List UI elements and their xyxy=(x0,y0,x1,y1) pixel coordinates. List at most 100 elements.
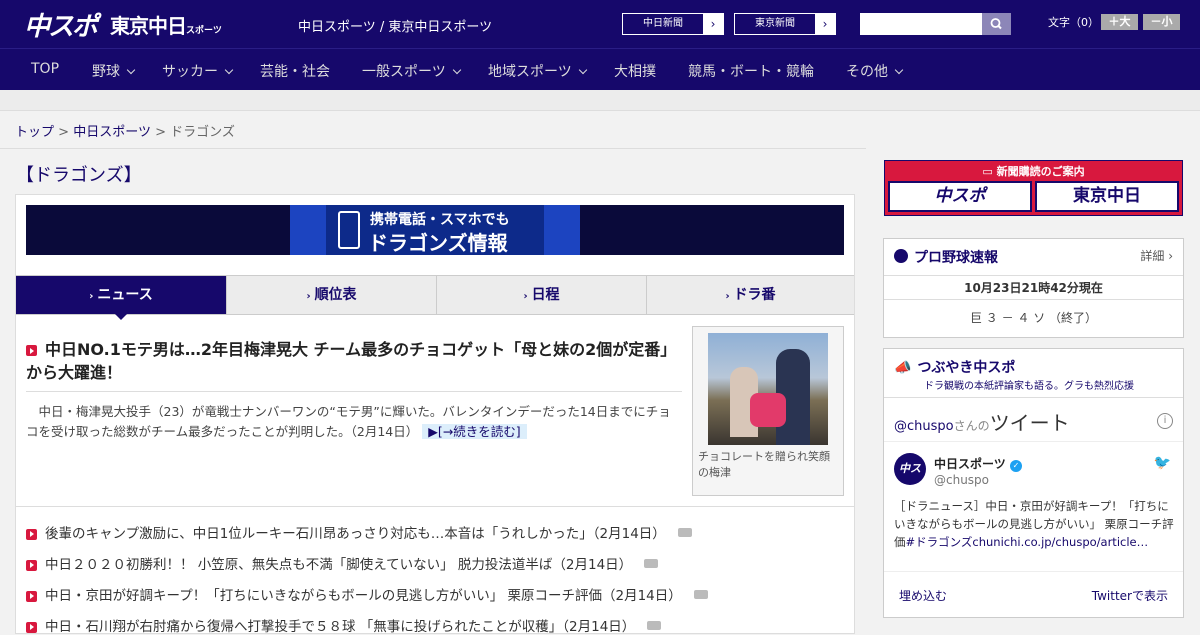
search-button[interactable] xyxy=(982,13,1011,35)
list-item-text: 中日２０２０初勝利！！ 小笠原、無失点も不満「脚使えていない」 脱力投法道半ば（… xyxy=(45,557,633,573)
divider xyxy=(884,275,1183,276)
tab-schedule[interactable]: › 日程 xyxy=(436,276,646,314)
subscribe-banner[interactable]: ▭ 新聞購読のご案内 中スポ 東京中日 xyxy=(884,160,1183,216)
global-nav: TOP 野球 サッカー 芸能・社会 一般スポーツ 地域スポーツ 大相撲 競馬・ボ… xyxy=(0,48,1200,90)
baseball-score[interactable]: 巨 ３ － ４ ソ （終了） xyxy=(884,309,1183,326)
read-more-link[interactable]: ▶[→続きを読む] xyxy=(422,424,527,439)
list-item[interactable]: 中日２０２０初勝利！！ 小笠原、無失点も不満「脚使えていない」 脱力投法道半ば（… xyxy=(26,553,659,573)
breadcrumb-separator: > xyxy=(58,125,70,140)
nav-item-label: 野球 xyxy=(92,64,120,80)
font-size-label: 文字（0） xyxy=(1048,16,1099,29)
chunichi-shimbun-link[interactable]: 中日新聞 › xyxy=(622,13,724,35)
embed-link[interactable]: 埋め込む xyxy=(899,587,947,604)
nav-item-top[interactable]: TOP xyxy=(31,61,59,77)
chevron-down-icon xyxy=(452,65,461,75)
divider xyxy=(884,441,1183,442)
arrow-bullet-icon xyxy=(26,590,37,602)
list-item-text: 後輩のキャンプ激励に、中日1位ルーキー石川昂あっさり対応も…本音は「うれしかった… xyxy=(45,526,666,542)
tab-news[interactable]: › ニュース xyxy=(16,276,226,320)
tweet-handle[interactable]: @chuspo xyxy=(934,473,989,487)
main-content: 携帯電話・スマホでも ドラゴンズ情報 › ニュース › 順位表 › 日程 › ドラ番 中… xyxy=(15,194,855,635)
info-icon[interactable]: i xyxy=(1157,413,1173,429)
tweets-label: ツイート xyxy=(989,411,1070,435)
breadcrumb-chuspo[interactable]: 中日スポーツ xyxy=(73,125,151,140)
nav-item-label: 一般スポーツ xyxy=(362,64,446,80)
tab-label: 順位表 xyxy=(314,287,357,303)
breadcrumb-current: ドラゴンズ xyxy=(170,125,235,140)
list-item-text: 中日・京田が好調キープ！「打ちにいきながらもボールの見逃し方がいい」 栗原コーチ… xyxy=(45,588,682,604)
photo-caption: チョコレートを贈られ笑顔の梅津 xyxy=(698,450,830,479)
nav-item-other[interactable]: その他 xyxy=(846,61,904,81)
baseball-title-text: プロ野球速報 xyxy=(914,250,998,266)
tab-standings[interactable]: › 順位表 xyxy=(226,276,436,314)
chevron-right-icon: › xyxy=(703,14,723,34)
chevron-right-icon: › xyxy=(725,291,730,302)
tab-label: ドラ番 xyxy=(733,287,776,303)
tokyo-shimbun-label: 東京新聞 xyxy=(755,18,795,29)
banner-line1: 携帯電話・スマホでも xyxy=(370,212,510,228)
list-item[interactable]: 後輩のキャンプ激励に、中日1位ルーキー石川昂あっさり対応も…本音は「うれしかった… xyxy=(26,522,692,542)
chevron-down-icon xyxy=(894,65,904,75)
tweets-suffix: さんの xyxy=(953,419,990,433)
view-on-twitter-link[interactable]: Twitterで表示 xyxy=(1092,587,1168,604)
tweets-handle[interactable]: @chuspo xyxy=(894,419,954,434)
tweet-author[interactable]: 中日スポーツ ✓ xyxy=(934,455,1022,472)
site-tagline: 中日スポーツ / 東京中日スポーツ xyxy=(298,20,493,35)
subscribe-title: ▭ 新聞購読のご案内 xyxy=(885,163,1182,179)
photo-gift xyxy=(750,393,786,427)
page-title: 【ドラゴンズ】 xyxy=(16,165,142,186)
verified-icon: ✓ xyxy=(1009,460,1022,472)
twitter-bird-icon[interactable]: 🐦 xyxy=(1154,455,1171,471)
tokyo-chunichi-logo[interactable]: 東京中日スポーツ xyxy=(110,10,222,39)
mobile-banner[interactable]: 携帯電話・スマホでも ドラゴンズ情報 xyxy=(26,205,844,255)
nav-item-label: 競馬・ボート・競輪 xyxy=(688,64,814,80)
nav-item-label: サッカー xyxy=(162,64,218,80)
tsubuyaki-panel: 📣 つぶやき中スポ ドラ観戦の本紙評論家も語る。グラも熱烈応援 @chuspoさん… xyxy=(883,348,1184,618)
sub-band xyxy=(0,90,1200,111)
chevron-right-icon: › xyxy=(523,291,528,302)
chevron-down-icon xyxy=(578,65,587,75)
subscribe-chuspo-logo[interactable]: 中スポ xyxy=(888,181,1032,212)
divider xyxy=(884,299,1183,300)
nav-item-baseball[interactable]: 野球 xyxy=(92,61,136,81)
tweet-link[interactable]: chunichi.co.jp/chuspo/article… xyxy=(972,535,1148,549)
top-story-photo[interactable]: チョコレートを贈られ笑顔の梅津 xyxy=(692,326,844,496)
subscribe-tokyo-logo[interactable]: 東京中日 xyxy=(1035,181,1179,212)
tokyo-shimbun-link[interactable]: 東京新聞 › xyxy=(734,13,836,35)
tab-doraban[interactable]: › ドラ番 xyxy=(646,276,854,314)
nav-item-racing[interactable]: 競馬・ボート・競輪 xyxy=(688,61,814,81)
search-input[interactable] xyxy=(860,13,982,35)
ticket-icon: ▭ xyxy=(982,165,993,178)
nav-item-sumo[interactable]: 大相撲 xyxy=(614,61,656,81)
font-smaller-button[interactable]: －小 xyxy=(1143,14,1180,30)
nav-item-label: その他 xyxy=(846,64,888,80)
baseball-detail-link[interactable]: 詳細 › xyxy=(1140,247,1173,264)
banner-inner: 携帯電話・スマホでも ドラゴンズ情報 xyxy=(290,205,580,255)
chevron-right-icon: › xyxy=(89,291,94,302)
nav-item-entertainment[interactable]: 芸能・社会 xyxy=(260,61,330,81)
camera-icon xyxy=(647,621,662,630)
chevron-right-icon: › xyxy=(306,291,311,302)
top-story-summary: 中日・梅津晃大投手（23）が竜戦士ナンバーワンの“モテ男”に輝いた。バレンタイン… xyxy=(26,402,676,442)
nav-item-general-sports[interactable]: 一般スポーツ xyxy=(362,61,461,81)
breadcrumb-separator: > xyxy=(155,125,166,140)
list-item[interactable]: 中日・京田が好調キープ！「打ちにいきながらもボールの見逃し方がいい」 栗原コーチ… xyxy=(26,584,708,604)
camera-icon xyxy=(693,590,708,599)
read-more-label: [→続きを読む] xyxy=(437,424,521,439)
chuspo-logo[interactable]: 中スポ xyxy=(24,6,98,43)
list-item[interactable]: 中日・石川翔が右肘痛から復帰へ打撃投手で５８球 「無事に投げられたことが収穫」（… xyxy=(26,615,662,635)
summary-text: 中日・梅津晃大投手（23）が竜戦士ナンバーワンの“モテ男”に輝いた。バレンタイン… xyxy=(26,404,671,439)
divider xyxy=(26,391,682,392)
chevron-right-icon: › xyxy=(815,14,835,34)
font-bigger-button[interactable]: ＋大 xyxy=(1101,14,1138,30)
tweet-author-name: 中日スポーツ xyxy=(934,457,1006,471)
nav-item-local-sports[interactable]: 地域スポーツ xyxy=(488,61,587,81)
nav-item-soccer[interactable]: サッカー xyxy=(162,61,234,81)
tweet-hashtag[interactable]: #ドラゴンズ xyxy=(906,535,973,549)
avatar[interactable]: 中ス xyxy=(894,453,926,485)
breadcrumb-top[interactable]: トップ xyxy=(15,125,54,140)
nav-item-label: 大相撲 xyxy=(614,64,656,80)
top-story-headline[interactable]: 中日NO.1モテ男は…2年目梅津晃大 チーム最多のチョコゲット「母と妹の2個が定… xyxy=(26,338,682,384)
banner-strip xyxy=(544,205,580,255)
tsubuyaki-title-text: つぶやき中スポ xyxy=(917,360,1016,376)
